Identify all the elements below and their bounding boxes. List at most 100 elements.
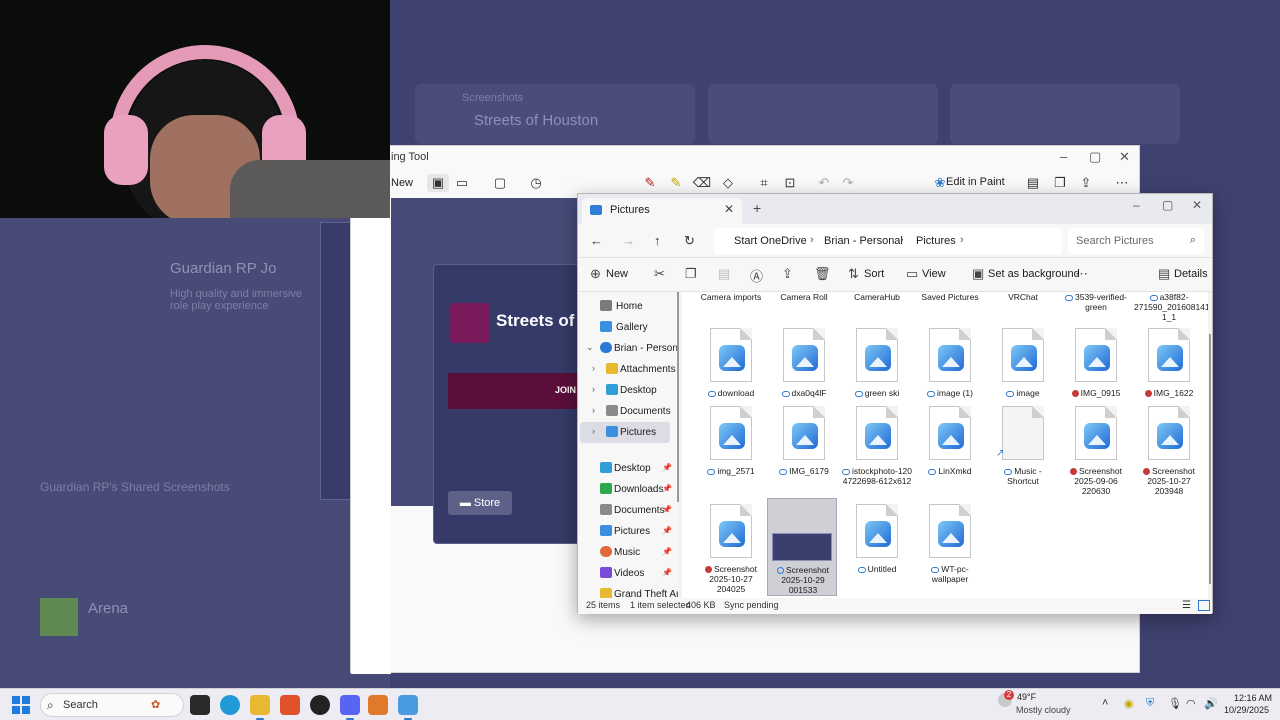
file-item[interactable]: istockphoto-1204722698-612x612 [842,404,912,494]
snip-mode-icon[interactable]: ▢ [489,174,511,192]
norton-icon[interactable]: ◉ [1124,697,1134,710]
security-icon[interactable]: ⛨ [1146,697,1154,710]
details-view-icon[interactable]: ☰ [1182,600,1194,611]
nav-item-music[interactable]: Music 📌 [578,542,678,563]
volume-icon[interactable]: 🔊 [1204,697,1218,710]
app-icon[interactable] [368,695,388,715]
nav-item-videos[interactable]: Videos 📌 [578,563,678,584]
chevron-right-icon[interactable]: › [592,384,595,394]
paste-icon[interactable]: ▤ [718,266,730,282]
nav-item-downloads[interactable]: Downloads 📌 [578,479,678,500]
delete-icon[interactable]: 🗑 [814,266,831,282]
chevron-up-icon[interactable]: ˄ [1102,697,1108,709]
edit-in-paint-button[interactable]: Edit in Paint [946,176,1005,188]
minimize-button[interactable]: – [1060,149,1067,164]
file-list-scrollbar[interactable] [1209,334,1211,584]
file-item[interactable]: img_2571 [696,404,766,494]
tab-close-icon[interactable]: ✕ [724,202,734,216]
folder-item[interactable]: a38f82-271590_2016081413480 1_1 [1134,292,1208,322]
nav-item-gta[interactable]: Grand Theft Aut [578,584,678,598]
wifi-icon[interactable]: ◠ [1186,697,1196,710]
search-input[interactable]: Search Pictures ⌕ [1068,228,1204,254]
snipping-tool-icon[interactable] [398,695,418,720]
discord-icon[interactable] [340,695,360,720]
refresh-icon[interactable]: ↻ [684,233,695,249]
nav-item-quick-documents[interactable]: Documents 📌 [578,500,678,521]
breadcrumb[interactable]: Start OneDrive › Brian - Personal › Pict… [714,228,1062,254]
nav-item-pictures[interactable]: › Pictures [580,422,670,443]
minimize-button[interactable]: – [1133,198,1140,212]
file-item[interactable]: image [988,326,1058,400]
copy-icon[interactable]: ❐ [685,266,697,282]
file-item[interactable]: LinXmkd [915,404,985,494]
clock-time[interactable]: 12:16 AM [1234,693,1272,703]
folder-item[interactable]: Camera imports [696,292,766,322]
breadcrumb-item[interactable]: Brian - Personal [824,235,903,247]
file-item[interactable]: WT-pc-wallpaper [915,500,985,596]
rename-icon[interactable]: Ⓐ [750,266,763,285]
text-actions-icon[interactable]: ⊡ [779,174,801,192]
maximize-button[interactable]: ▢ [1162,198,1173,212]
file-item[interactable]: Screenshot 2025-09-06 220630 [1061,404,1131,496]
nav-item-attachments[interactable]: › Attachments [578,359,678,380]
chevron-down-icon[interactable]: ⌄ [586,342,594,353]
nav-item-quick-pictures[interactable]: Pictures 📌 [578,521,678,542]
maximize-button[interactable]: ▢ [1089,149,1101,165]
chevron-right-icon[interactable]: › [592,405,595,415]
nav-item-documents[interactable]: › Documents [578,401,678,422]
file-item[interactable]: IMG_6179 [769,404,839,494]
nav-item-onedrive[interactable]: ⌄ Brian - Personal [578,338,678,359]
brave-icon[interactable] [280,695,300,715]
tiles-view-icon[interactable] [1198,600,1210,611]
eraser-icon[interactable]: ⌫ [691,174,713,192]
microphone-icon[interactable]: 🎙 [1168,697,1182,710]
nav-item-gallery[interactable]: Gallery [578,317,678,338]
shapes-icon[interactable]: ◇ [717,174,739,192]
folder-item[interactable]: Camera Roll [769,292,839,322]
folder-item[interactable]: 3539-verified-green [1061,292,1131,322]
up-icon[interactable]: ↑ [654,233,661,248]
file-item[interactable]: Screenshot 2025-10-27 204025 [696,500,766,596]
file-item-selected[interactable]: Screenshot 2025-10-29 001533 [767,498,837,596]
camera-icon[interactable]: ▣ [427,174,449,192]
file-item[interactable]: download [696,326,766,400]
file-item[interactable]: IMG_0915 [1061,326,1131,400]
breadcrumb-item[interactable]: Pictures [916,235,956,247]
file-explorer-icon[interactable] [250,695,270,720]
tab-pictures[interactable]: Pictures ✕ [582,198,742,224]
chevron-right-icon[interactable]: › [592,363,595,373]
nav-item-desktop[interactable]: › Desktop [578,380,678,401]
cut-icon[interactable]: ✂ [654,266,665,282]
undo-icon[interactable]: ↶ [813,174,835,192]
nav-scrollbar[interactable] [677,292,679,502]
new-tab-icon[interactable]: + [753,200,761,216]
close-button[interactable]: ✕ [1192,198,1202,212]
taskbar-search[interactable]: ⌕ Search ✿ [40,693,184,717]
set-background-button[interactable]: Set as background [988,268,1080,280]
folder-item[interactable]: VRChat [988,292,1058,322]
breadcrumb-item[interactable]: Start OneDrive [734,235,807,247]
task-view-icon[interactable] [190,695,210,715]
nav-item-quick-desktop[interactable]: Desktop 📌 [578,458,678,479]
file-item[interactable]: Untitled [842,500,912,596]
file-item[interactable]: ↗ Music - Shortcut [988,404,1058,494]
file-item[interactable]: image (1) [915,326,985,400]
more-options-icon[interactable]: ⋯ [1075,266,1088,282]
start-button[interactable] [12,696,30,714]
edge-icon[interactable] [220,695,240,715]
clock-date[interactable]: 10/29/2025 [1224,705,1269,715]
redo-icon[interactable]: ↷ [837,174,859,192]
obs-icon[interactable] [310,695,330,715]
file-item[interactable]: IMG_1622 [1134,326,1204,400]
share-icon[interactable]: ⇪ [1075,174,1097,192]
folder-item[interactable]: Saved Pictures [915,292,985,322]
chevron-right-icon[interactable]: › [592,426,595,436]
pen-icon[interactable]: ✎ [639,174,661,192]
save-icon[interactable]: ▤ [1022,174,1044,192]
new-button[interactable]: New [606,268,628,280]
close-button[interactable]: ✕ [1119,149,1130,165]
back-icon[interactable]: ← [590,233,603,248]
highlighter-icon[interactable]: ✎ [665,174,687,192]
sort-button[interactable]: Sort [864,268,884,280]
forward-icon[interactable]: → [622,233,635,248]
